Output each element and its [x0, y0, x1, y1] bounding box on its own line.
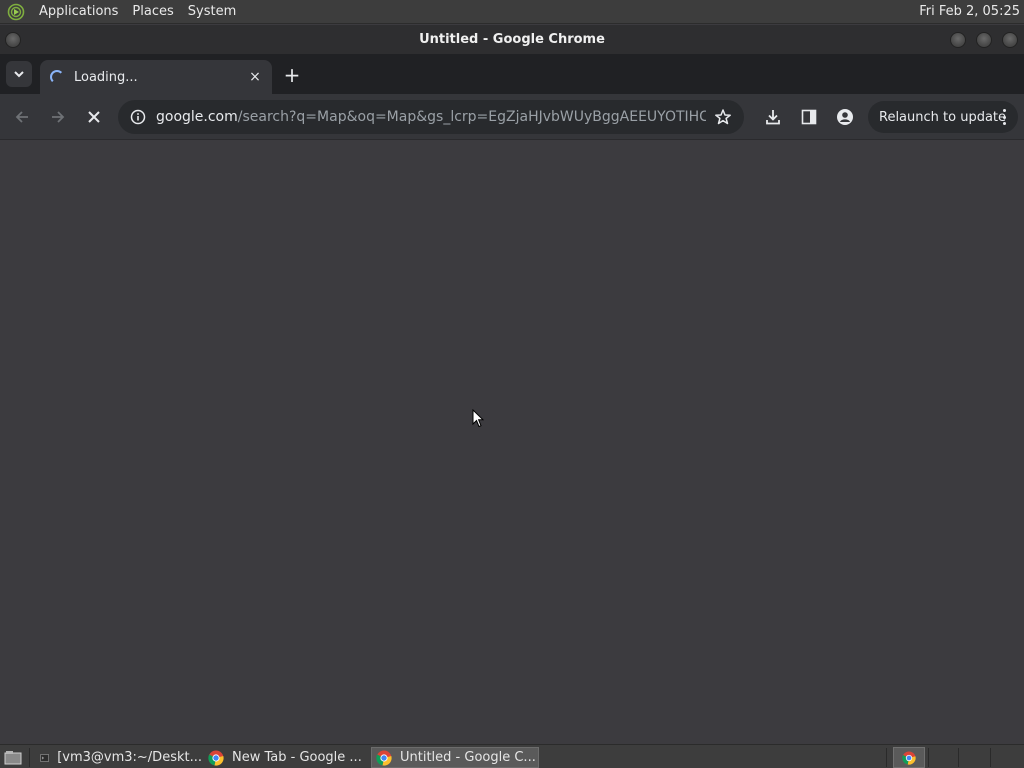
url-path: /search?q=Map&oq=Map&gs_lcrp=EgZjaHJvbWU…: [237, 109, 706, 125]
download-icon: [766, 110, 780, 125]
taskbar-item-terminal[interactable]: [vm3@vm3:~/Deskt...: [36, 747, 202, 768]
applications-logo-icon[interactable]: [6, 2, 26, 22]
menu-applications[interactable]: Applications: [32, 4, 125, 19]
chrome-icon: [208, 750, 224, 766]
taskbar-item-untitled[interactable]: Untitled - Google C...: [371, 747, 539, 768]
mouse-cursor-icon: [472, 409, 484, 428]
new-tab-button[interactable]: +: [281, 63, 303, 87]
minimize-button[interactable]: [950, 32, 966, 48]
clock[interactable]: Fri Feb 2, 05:25: [919, 4, 1020, 19]
address-bar[interactable]: google.com/search?q=Map&oq=Map&gs_lcrp=E…: [118, 100, 744, 134]
toolbar: google.com/search?q=Map&oq=Map&gs_lcrp=E…: [0, 94, 1024, 140]
back-arrow-icon: [15, 111, 28, 123]
chrome-icon: [376, 750, 392, 766]
profile-icon: [837, 109, 853, 125]
maximize-button[interactable]: [976, 32, 992, 48]
terminal-icon: [40, 753, 49, 762]
tab-search-button[interactable]: [6, 61, 32, 87]
forward-button[interactable]: [44, 103, 72, 131]
show-desktop-icon: [4, 750, 22, 764]
chrome-icon: [902, 750, 916, 765]
close-window-button[interactable]: [1002, 32, 1018, 48]
forward-arrow-icon: [52, 111, 65, 123]
back-button[interactable]: [8, 103, 36, 131]
tab-strip: Loading... × +: [0, 54, 1024, 94]
top-panel: Applications Places System Fri Feb 2, 05…: [0, 0, 1024, 24]
taskbar-item-label: New Tab - Google ...: [232, 750, 362, 765]
profile-button[interactable]: [831, 103, 859, 131]
menu-places[interactable]: Places: [125, 4, 180, 19]
taskbar-item-label: Untitled - Google C...: [400, 750, 536, 765]
side-panel-button[interactable]: [795, 103, 823, 131]
tab-title: Loading...: [74, 69, 138, 85]
stop-button[interactable]: [80, 103, 108, 131]
stop-icon: [88, 111, 100, 123]
taskbar-item-label: [vm3@vm3:~/Deskt...: [57, 750, 202, 765]
side-panel-icon: [801, 109, 817, 125]
workspace-switcher[interactable]: [893, 747, 925, 768]
tab-search-icon: [14, 71, 24, 78]
window-menu-button[interactable]: [5, 32, 21, 48]
url-host: google.com: [156, 109, 238, 125]
show-desktop-button[interactable]: [2, 747, 24, 768]
plus-icon: +: [283, 63, 301, 87]
tab-loading[interactable]: Loading... ×: [40, 60, 272, 94]
more-vert-icon[interactable]: [1002, 109, 1006, 125]
page-content[interactable]: [0, 141, 1024, 743]
info-icon[interactable]: [130, 109, 146, 125]
downloads-button[interactable]: [759, 103, 787, 131]
close-icon[interactable]: ×: [246, 68, 264, 86]
taskbar: [vm3@vm3:~/Deskt... New Tab - Google ...…: [0, 744, 1024, 768]
star-icon[interactable]: [714, 108, 732, 126]
menu-system[interactable]: System: [181, 4, 243, 19]
relaunch-label: Relaunch to update: [879, 109, 1007, 125]
window-title: Untitled - Google Chrome: [419, 32, 605, 47]
relaunch-to-update-button[interactable]: Relaunch to update: [868, 101, 1018, 133]
loading-spinner-icon: [50, 70, 64, 84]
taskbar-item-new-tab[interactable]: New Tab - Google ...: [204, 747, 368, 768]
window-titlebar[interactable]: Untitled - Google Chrome: [0, 25, 1024, 54]
url-text[interactable]: google.com/search?q=Map&oq=Map&gs_lcrp=E…: [156, 109, 706, 125]
